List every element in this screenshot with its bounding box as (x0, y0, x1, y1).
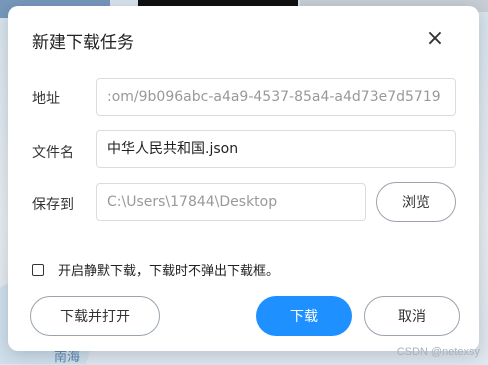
silent-download-option[interactable]: 开启静默下载，下载时不弹出下载框。 (32, 260, 279, 279)
filename-field[interactable]: 中华人民共和国.json (96, 130, 456, 168)
filename-label: 文件名 (32, 145, 74, 161)
silent-download-checkbox[interactable] (32, 263, 44, 276)
new-download-dialog: 新建下载任务 × 地址 :om/9b096abc-a4a9-4537-85a4-… (8, 6, 479, 351)
dialog-title: 新建下载任务 (32, 33, 134, 53)
saveto-label: 保存到 (32, 197, 74, 213)
saveto-field[interactable]: C:\Users\17844\Desktop (96, 183, 366, 221)
download-button[interactable]: 下载 (256, 296, 352, 336)
download-and-open-button[interactable]: 下载并打开 (30, 296, 160, 336)
url-label: 地址 (32, 91, 60, 107)
url-value: :om/9b096abc-a4a9-4537-85a4-a4d73e7d5719 (107, 89, 441, 105)
browse-button[interactable]: 浏览 (376, 182, 456, 222)
cancel-button[interactable]: 取消 (364, 296, 460, 336)
url-field[interactable]: :om/9b096abc-a4a9-4537-85a4-a4d73e7d5719 (96, 78, 456, 116)
close-icon[interactable]: × (424, 28, 446, 50)
watermark: CSDN @netexsy (396, 346, 480, 358)
silent-download-label: 开启静默下载，下载时不弹出下载框。 (58, 264, 280, 279)
